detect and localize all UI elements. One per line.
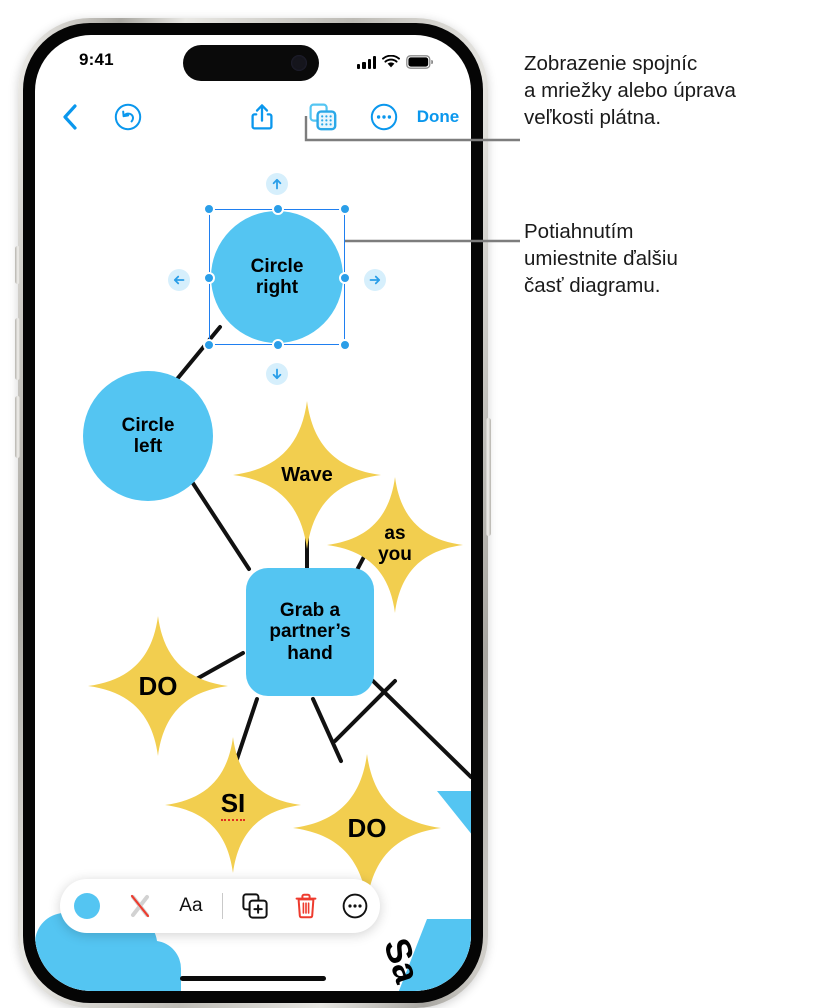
arrow-left-icon: [173, 275, 185, 285]
back-button[interactable]: [53, 93, 87, 141]
selection-bounding-box[interactable]: [203, 203, 351, 351]
fill-color-button[interactable]: [60, 879, 115, 933]
status-icons: [357, 49, 433, 69]
arrow-down-icon: [272, 368, 282, 380]
format-more-button[interactable]: [331, 879, 380, 933]
diagram-canvas[interactable]: Circle left Circle right Wave as you Gra…: [35, 141, 471, 991]
home-indicator[interactable]: [180, 976, 326, 981]
resize-handle-top-left[interactable]: [203, 203, 215, 215]
duplicate-icon: [242, 893, 268, 919]
canvas-options-button[interactable]: [303, 93, 343, 141]
resize-handle-bottom-center[interactable]: [272, 339, 284, 351]
arrow-right-icon: [369, 275, 381, 285]
side-button[interactable]: [486, 418, 491, 536]
more-circle-icon: [370, 103, 398, 131]
undo-button[interactable]: [109, 93, 147, 141]
iphone-frame: 9:41 Done Circle left Circle right Wave …: [15, 18, 491, 1008]
wifi-icon: [382, 55, 400, 68]
resize-handle-middle-right[interactable]: [339, 272, 351, 284]
volume-up-button[interactable]: [15, 318, 20, 380]
resize-handle-top-right[interactable]: [339, 203, 351, 215]
node-label: Grab a partner’s hand: [269, 600, 351, 664]
node-label: Circle left: [121, 414, 175, 457]
screenshot-root: Zobrazenie spojníc a mriežky alebo úprav…: [0, 0, 833, 1008]
node-grab-hand[interactable]: Grab a partner’s hand: [246, 568, 374, 696]
front-camera-icon: [291, 55, 307, 71]
duplicate-button[interactable]: [229, 879, 280, 933]
delete-button[interactable]: [280, 879, 331, 933]
node-circle-left[interactable]: Circle left: [83, 371, 213, 501]
shape-format-toolbar: Aa: [60, 879, 380, 933]
action-button[interactable]: [15, 246, 20, 284]
stroke-style-button[interactable]: [115, 879, 166, 933]
trash-icon: [295, 893, 316, 919]
canvas-grid-icon: [309, 103, 337, 131]
status-bar: 9:41: [35, 35, 471, 89]
app-toolbar: Done: [35, 93, 471, 141]
battery-icon: [406, 55, 433, 69]
callout-canvas-text: Zobrazenie spojníc a mriežky alebo úprav…: [524, 52, 736, 130]
no-stroke-icon: [130, 894, 150, 918]
node-label: SI: [165, 731, 301, 879]
share-button[interactable]: [243, 93, 281, 141]
fill-color-icon: [74, 893, 101, 919]
callout-drag-text: Potiahnutím umiestnite ďalšiu časť diagr…: [524, 220, 678, 298]
add-shape-up-button[interactable]: [266, 173, 288, 195]
add-shape-left-button[interactable]: [168, 269, 190, 291]
node-si[interactable]: SI: [165, 731, 301, 879]
add-shape-down-button[interactable]: [266, 363, 288, 385]
dynamic-island: [183, 45, 319, 81]
misspelled-word: SI: [220, 789, 246, 821]
resize-handle-bottom-right[interactable]: [339, 339, 351, 351]
add-shape-right-button[interactable]: [364, 269, 386, 291]
phone-screen: 9:41 Done Circle left Circle right Wave …: [35, 35, 471, 991]
status-time: 9:41: [79, 50, 114, 69]
resize-handle-bottom-left[interactable]: [203, 339, 215, 351]
volume-down-button[interactable]: [15, 396, 20, 458]
text-format-button[interactable]: Aa: [165, 879, 216, 933]
more-options-button[interactable]: [365, 93, 403, 141]
more-circle-icon: [343, 893, 368, 919]
chevron-left-icon: [63, 104, 77, 130]
resize-handle-top-center[interactable]: [272, 203, 284, 215]
phone-bezel: 9:41 Done Circle left Circle right Wave …: [23, 23, 483, 1003]
cellular-signal-icon: [357, 56, 376, 69]
done-button[interactable]: Done: [409, 93, 467, 141]
toolbar-divider: [222, 893, 224, 919]
node-say[interactable]: Sa: [365, 791, 471, 991]
resize-handle-middle-left[interactable]: [203, 272, 215, 284]
share-icon: [251, 104, 273, 130]
undo-icon: [114, 103, 142, 131]
arrow-up-icon: [272, 178, 282, 190]
